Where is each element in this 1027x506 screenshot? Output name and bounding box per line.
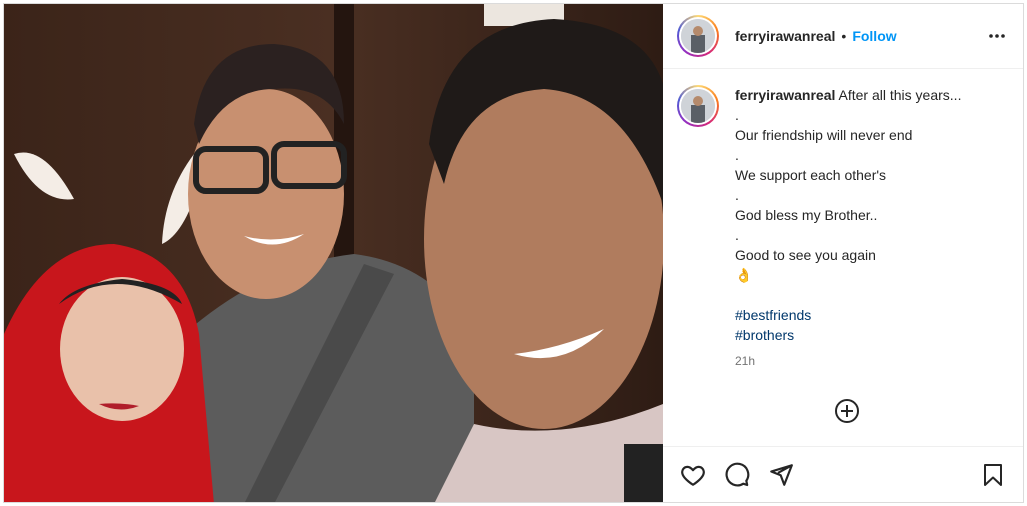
more-options-icon[interactable] [985,24,1009,48]
heart-icon[interactable] [679,461,707,489]
bookmark-icon[interactable] [979,461,1007,489]
post-time: 21h [735,354,756,368]
caption-line: God bless my Brother.. [735,207,878,223]
avatar-image [681,89,715,123]
caption-line: We support each other's [735,167,887,183]
caption-username[interactable]: ferryirawanreal [735,87,835,103]
avatar-image [681,19,715,53]
username[interactable]: ferryirawanreal [735,28,835,44]
caption-line: . [735,107,739,123]
comment-icon[interactable] [723,461,751,489]
hashtag-link[interactable]: #bestfriends [735,305,961,325]
caption-line: Good to see you again [735,247,876,263]
caption-line: . [735,187,739,203]
ok-hand-emoji: 👌 [735,267,753,283]
post-modal: ferryirawanreal • Follow ferryirawanreal… [3,3,1024,503]
avatar[interactable] [677,15,719,57]
share-icon[interactable] [767,461,795,489]
post-header: ferryirawanreal • Follow [663,4,1023,69]
caption-avatar[interactable] [677,85,719,127]
post-photo[interactable] [4,4,663,502]
caption-text: ferryirawanreal After all this years... … [735,85,961,371]
caption-line: Our friendship will never end [735,127,913,143]
caption-line: . [735,147,739,163]
caption-area: ferryirawanreal After all this years... … [663,69,1023,446]
caption-line: . [735,227,739,243]
hashtag-link[interactable]: #brothers [735,325,961,345]
post-photo-illustration [4,4,663,502]
caption-line: After all this years... [838,87,962,103]
separator-dot: • [841,28,847,44]
post-side-panel: ferryirawanreal • Follow ferryirawanreal… [663,4,1023,502]
action-bar [663,446,1023,502]
add-comment-icon[interactable] [833,397,861,425]
follow-button[interactable]: Follow [852,28,896,44]
